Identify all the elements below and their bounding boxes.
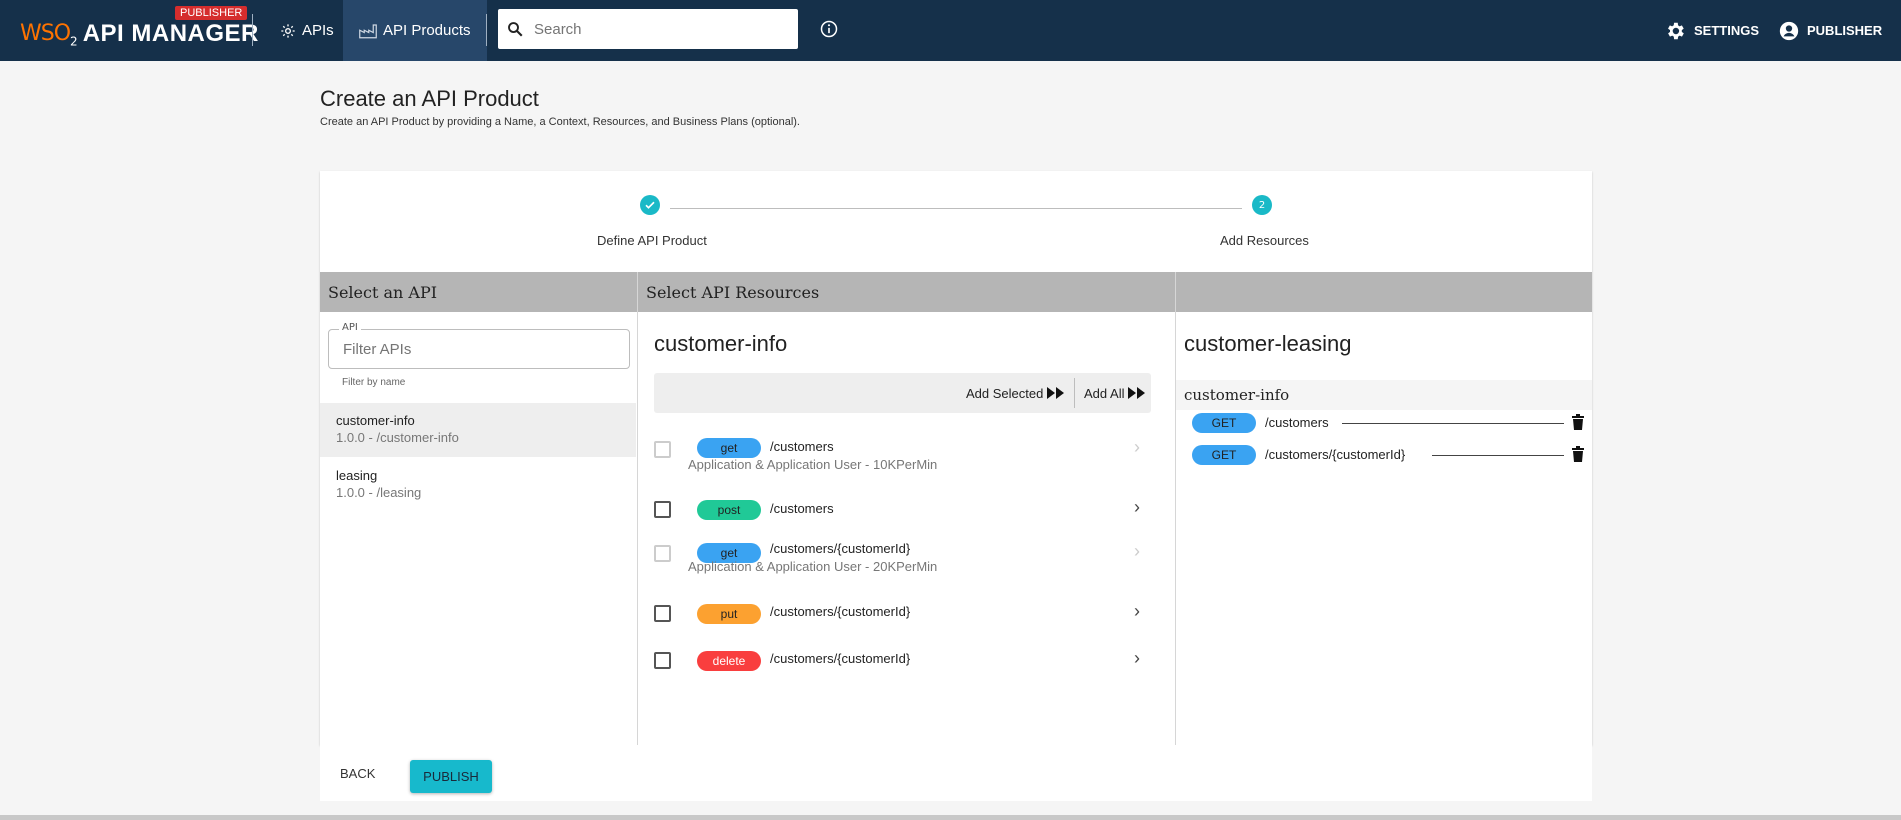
nav-api-products-label: API Products	[383, 22, 471, 39]
publish-button[interactable]: PUBLISH	[410, 760, 492, 793]
info-icon[interactable]	[820, 20, 838, 38]
selected-resource-row: GET /customers/{customerId}	[1192, 445, 1592, 465]
back-button[interactable]: BACK	[328, 761, 387, 785]
api-product-wizard-card: Define API Product 2 Add Resources Selec…	[320, 171, 1592, 745]
resource-row: get /customers/{customerId} Application …	[654, 533, 1154, 588]
api-version-context: 1.0.0 - /leasing	[336, 485, 422, 500]
api-filter-label: API	[339, 322, 361, 333]
add-selected-button[interactable]: Add Selected	[966, 373, 1065, 413]
header-divider	[252, 14, 253, 46]
select-api-header: Select an API	[320, 272, 637, 312]
api-filter-input[interactable]	[341, 340, 615, 359]
settings-gear-icon	[1668, 22, 1684, 39]
account-circle-icon	[1779, 21, 1799, 40]
api-version-context: 1.0.0 - /customer-info	[336, 430, 459, 445]
chevron-right-icon[interactable]: ›	[1134, 497, 1140, 518]
column-divider	[1175, 272, 1176, 745]
gear-icon	[281, 23, 295, 38]
resource-path: /customers/{customerId}	[770, 541, 911, 556]
top-app-bar: WSO2 API MANAGER PUBLISHER APIs API Prod…	[0, 0, 1901, 61]
user-label: PUBLISHER	[1807, 23, 1883, 38]
select-resources-header: Select API Resources	[638, 272, 1175, 312]
chevron-right-icon[interactable]: ›	[1134, 601, 1140, 622]
selected-api-title: customer-info	[654, 331, 788, 356]
step-2-active: 2	[1252, 195, 1272, 215]
resource-checkbox[interactable]	[654, 441, 671, 458]
product-resources-header	[1176, 272, 1592, 312]
selected-resource-row: GET /customers	[1192, 413, 1592, 433]
resource-path: /customers/{customerId}	[770, 651, 911, 666]
nav-apis[interactable]: APIs	[272, 0, 342, 61]
chevron-right-icon: ›	[1134, 541, 1140, 561]
method-badge-get: get	[697, 438, 761, 458]
settings-label: SETTINGS	[1694, 23, 1760, 38]
row-connector-line	[1342, 423, 1564, 424]
search-icon	[508, 22, 523, 37]
resource-path: /customers/{customerId}	[770, 604, 911, 619]
step-1-label: Define API Product	[597, 233, 707, 248]
publisher-badge: PUBLISHER	[175, 6, 248, 20]
wizard-footer: BACK PUBLISH	[320, 745, 1592, 801]
api-product-title: customer-leasing	[1184, 331, 1352, 356]
resource-row: put /customers/{customerId} ›	[654, 593, 1154, 633]
resource-row: get /customers Application & Application…	[654, 431, 1154, 481]
factory-icon	[359, 23, 377, 38]
method-badge-delete: delete	[697, 651, 761, 671]
search-box[interactable]	[498, 9, 798, 49]
method-badge-put: put	[697, 604, 761, 624]
delete-icon[interactable]	[1572, 446, 1584, 462]
selected-resource-path: /customers	[1265, 415, 1335, 430]
resource-toolbar: Add Selected Add All	[654, 373, 1151, 413]
resource-checkbox[interactable]	[654, 652, 671, 669]
user-menu-button[interactable]: PUBLISHER	[1779, 0, 1882, 61]
resource-checkbox[interactable]	[654, 605, 671, 622]
resource-checkbox[interactable]	[654, 501, 671, 518]
page-subtitle: Create an API Product by providing a Nam…	[320, 116, 800, 128]
delete-icon[interactable]	[1572, 414, 1584, 430]
chevron-right-icon: ›	[1134, 437, 1140, 457]
resource-row: delete /customers/{customerId} ›	[654, 641, 1154, 681]
fast-forward-icon	[1128, 387, 1146, 399]
add-all-label: Add All	[1084, 385, 1125, 401]
product-api-group: customer-info	[1176, 380, 1592, 410]
column-divider	[637, 272, 638, 745]
method-badge-get: GET	[1192, 413, 1256, 433]
api-name: leasing	[336, 468, 378, 483]
throttling-policy: Application & Application User - 20KPerM…	[688, 559, 938, 574]
bottom-scroll-edge	[0, 815, 1901, 820]
add-selected-label: Add Selected	[966, 385, 1044, 401]
check-icon	[645, 201, 655, 209]
method-badge-get: GET	[1192, 445, 1256, 465]
api-list-item-leasing[interactable]: leasing 1.0.0 - /leasing	[320, 458, 636, 512]
toolbar-divider	[1074, 378, 1075, 408]
resource-checkbox[interactable]	[654, 545, 671, 562]
step-2-label: Add Resources	[1220, 233, 1309, 248]
method-badge-post: post	[697, 500, 761, 520]
resource-path: /customers	[770, 439, 834, 454]
settings-button[interactable]: SETTINGS	[1664, 0, 1759, 61]
nav-api-products[interactable]: API Products	[343, 0, 487, 61]
api-list-item-customer-info[interactable]: customer-info 1.0.0 - /customer-info	[320, 403, 636, 457]
selected-resource-path: /customers/{customerId}	[1265, 447, 1412, 462]
api-filter-helper: Filter by name	[342, 377, 406, 388]
page-title: Create an API Product	[320, 86, 539, 111]
logo-product: API MANAGER	[82, 20, 259, 47]
wso2-api-manager-logo[interactable]: WSO2 API MANAGER PUBLISHER	[20, 6, 259, 48]
nav-apis-label: APIs	[302, 22, 334, 39]
api-filter-field[interactable]: API	[328, 322, 630, 369]
resource-path: /customers	[770, 501, 834, 516]
search-input[interactable]	[532, 19, 776, 39]
header-divider	[486, 14, 487, 46]
resource-row: post /customers ›	[654, 491, 1154, 531]
throttling-policy: Application & Application User - 10KPerM…	[688, 457, 938, 472]
fast-forward-icon	[1047, 387, 1065, 399]
add-all-button[interactable]: Add All	[1084, 373, 1146, 413]
api-name: customer-info	[336, 413, 415, 428]
stepper-connector	[670, 208, 1242, 209]
chevron-right-icon[interactable]: ›	[1134, 648, 1140, 669]
logo-brand: WSO2	[20, 20, 78, 48]
step-1-completed	[640, 195, 660, 215]
row-connector-line	[1432, 455, 1564, 456]
